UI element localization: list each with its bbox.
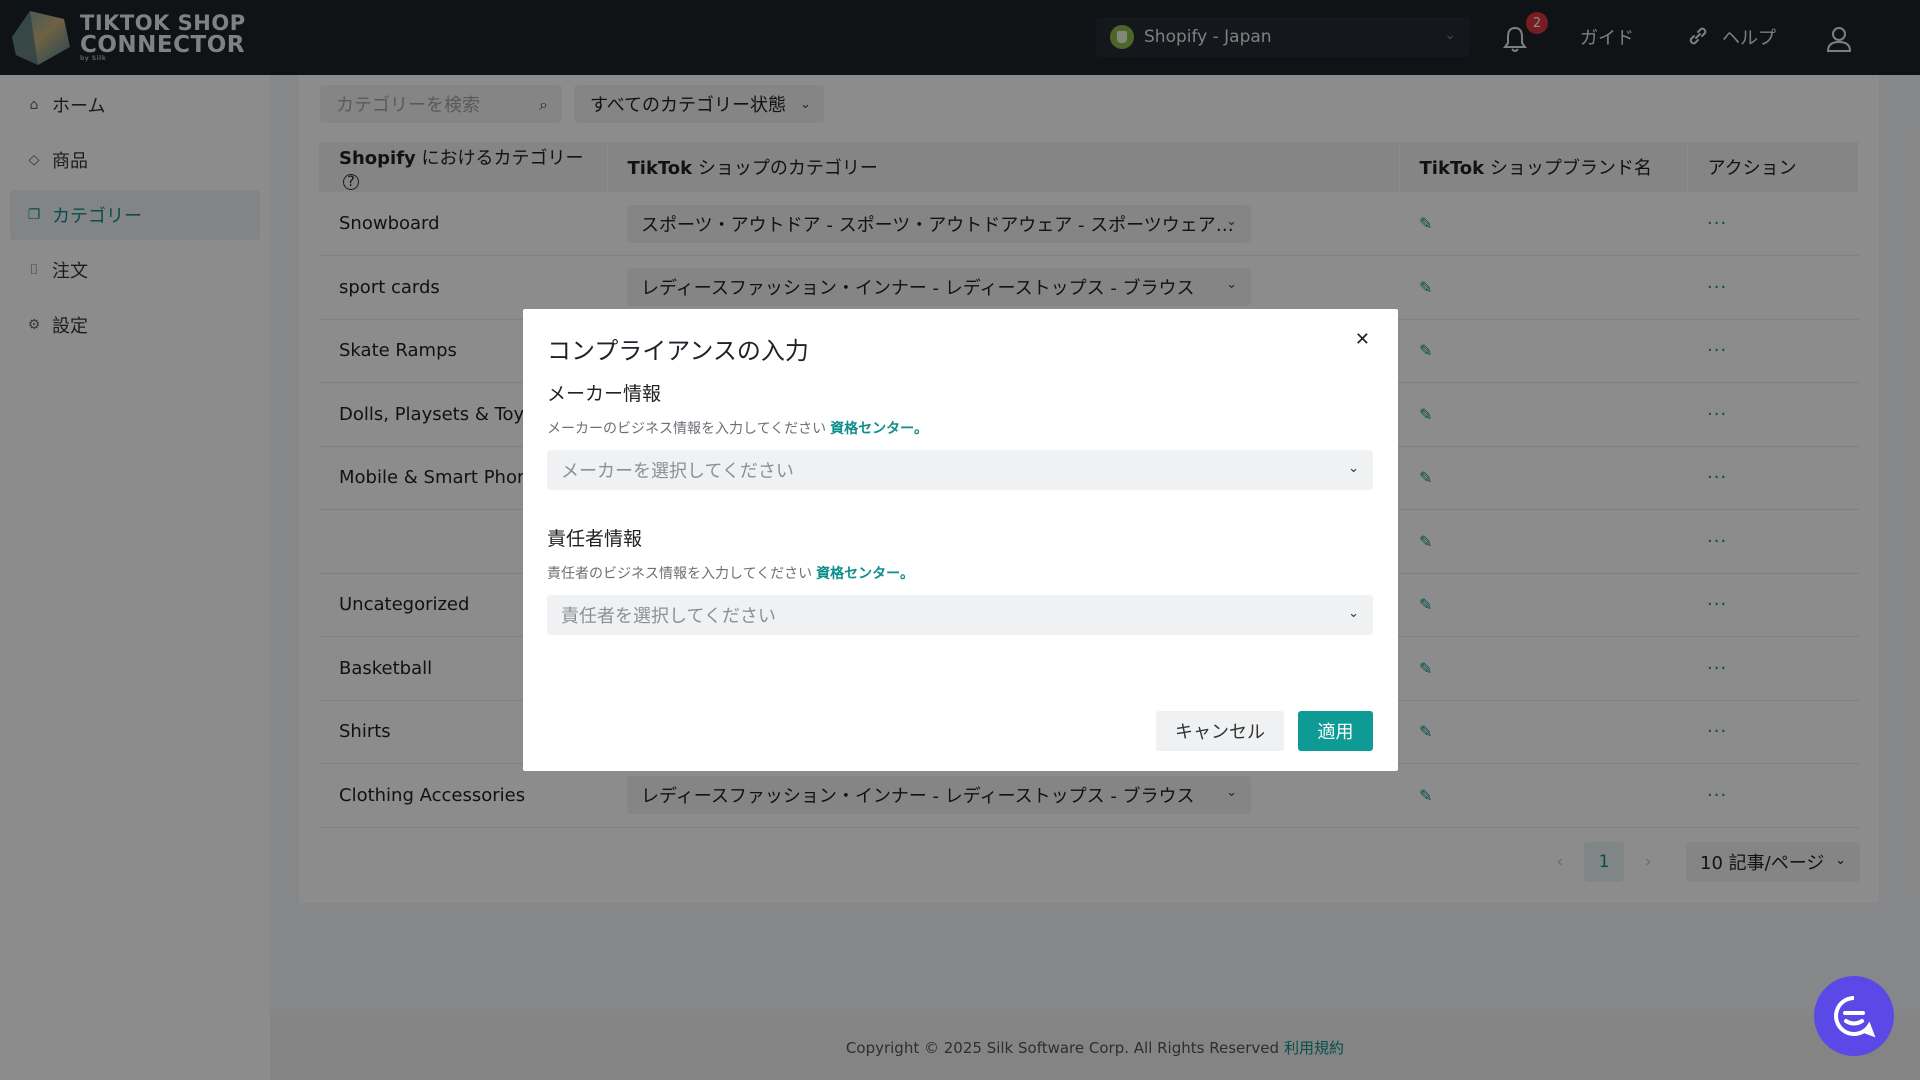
- maker-select-placeholder: メーカーを選択してください: [561, 461, 794, 482]
- maker-hint: メーカーのビジネス情報を入力してください 資格センター。: [547, 421, 929, 437]
- chevron-down-icon: ⌄: [1348, 606, 1359, 621]
- responsible-hint: 責任者のビジネス情報を入力してください 資格センター。: [547, 566, 915, 582]
- responsible-section-title: 責任者情報: [547, 528, 643, 550]
- maker-section-title: メーカー情報: [547, 383, 662, 405]
- responsible-select-placeholder: 責任者を選択してください: [561, 606, 776, 627]
- cancel-button[interactable]: キャンセル: [1156, 711, 1284, 751]
- chat-icon: [1834, 996, 1876, 1038]
- chevron-down-icon: ⌄: [1348, 461, 1359, 476]
- maker-select[interactable]: メーカーを選択してください ⌄: [547, 450, 1373, 490]
- responsible-select[interactable]: 責任者を選択してください ⌄: [547, 595, 1373, 635]
- qualification-center-link[interactable]: 資格センター。: [830, 421, 928, 437]
- compliance-modal: コンプライアンスの入力 ✕ メーカー情報 メーカーのビジネス情報を入力してくださ…: [523, 309, 1398, 771]
- chat-button[interactable]: [1814, 976, 1894, 1056]
- close-icon[interactable]: ✕: [1355, 329, 1370, 350]
- apply-button[interactable]: 適用: [1298, 711, 1373, 751]
- qualification-center-link[interactable]: 資格センター。: [816, 566, 914, 582]
- modal-title: コンプライアンスの入力: [547, 337, 809, 365]
